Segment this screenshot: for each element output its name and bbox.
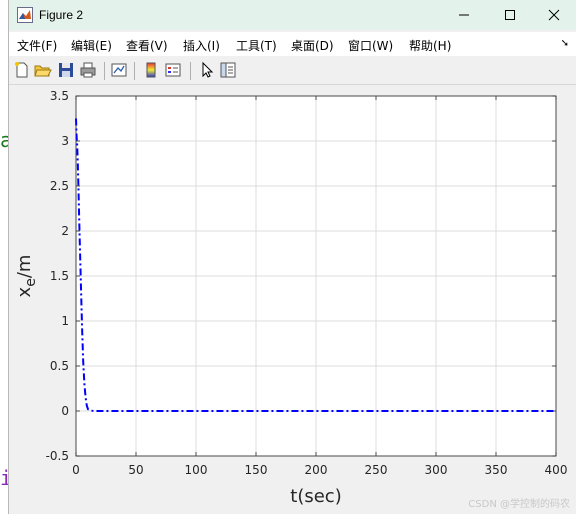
minimize-icon	[459, 14, 469, 16]
y-tick-label: 3	[61, 134, 69, 148]
minimize-button[interactable]	[441, 0, 487, 30]
pointer-icon[interactable]	[198, 61, 216, 79]
x-axis-label: t(sec)	[290, 486, 341, 507]
line-chart[interactable]: 0 50 100 150 200 250 300 350 400-0.500.511.522.5…	[9, 85, 576, 514]
insert-legend-icon[interactable]	[164, 61, 182, 79]
menu-desktop[interactable]: 桌面(D)	[291, 37, 334, 54]
x-tick-label: 250	[365, 463, 388, 477]
x-tick-label: 300	[425, 463, 448, 477]
link-plot-icon[interactable]	[110, 61, 128, 79]
window-title: Figure 2	[39, 8, 84, 22]
maximize-button[interactable]	[487, 0, 533, 30]
y-tick-label: 2.5	[50, 179, 69, 193]
menu-edit[interactable]: 编辑(E)	[71, 37, 112, 54]
maximize-icon	[505, 10, 515, 20]
print-icon[interactable]	[79, 61, 97, 79]
toolbar-separator	[190, 62, 191, 80]
background-editor-strip: a i	[0, 0, 12, 514]
close-button[interactable]	[531, 0, 576, 30]
toolbar-separator	[134, 62, 135, 80]
toolbar-separator	[104, 62, 105, 80]
x-tick-label: 50	[128, 463, 143, 477]
menu-file[interactable]: 文件(F)	[17, 37, 57, 54]
y-tick-label: 3.5	[50, 89, 69, 103]
open-file-icon[interactable]	[34, 61, 52, 79]
menu-window[interactable]: 窗口(W)	[348, 37, 393, 54]
y-tick-label: -0.5	[46, 449, 69, 463]
y-tick-label: 1.5	[50, 269, 69, 283]
menu-tools[interactable]: 工具(T)	[236, 37, 277, 54]
new-figure-icon[interactable]	[13, 61, 31, 79]
x-tick-label: 400	[545, 463, 568, 477]
x-tick-label: 100	[185, 463, 208, 477]
menu-view[interactable]: 查看(V)	[126, 37, 168, 54]
dock-arrow-icon[interactable]: ➘	[561, 38, 569, 49]
x-tick-label: 200	[305, 463, 328, 477]
property-editor-icon[interactable]	[219, 61, 237, 79]
watermark: CSDN @学控制的码农	[468, 499, 570, 510]
x-tick-label: 350	[485, 463, 508, 477]
y-tick-label: 0	[61, 404, 69, 418]
save-icon[interactable]	[57, 61, 75, 79]
y-tick-label: 0.5	[50, 359, 69, 373]
y-tick-label: 1	[61, 314, 69, 328]
y-axis-label: xe/m	[14, 255, 39, 298]
figure-toolbar	[9, 58, 576, 85]
x-tick-label: 150	[245, 463, 268, 477]
close-icon	[548, 9, 560, 21]
insert-colorbar-icon[interactable]	[142, 61, 160, 79]
plot-area: 0 50 100 150 200 250 300 350 400 -0.5 0 0.5 1 1.5 2 2.5…	[9, 85, 576, 514]
x-tick-label: 0	[72, 463, 80, 477]
y-tick-label: 2	[61, 224, 69, 238]
figure-window: Figure 2 文件(F) 编辑(E) 查看(V) 插入(I) 工具(T) 桌…	[8, 0, 576, 514]
title-bar[interactable]: Figure 2	[9, 0, 576, 30]
menu-help[interactable]: 帮助(H)	[409, 37, 451, 54]
matlab-icon	[17, 7, 33, 23]
menu-insert[interactable]: 插入(I)	[183, 37, 220, 54]
menu-bar: 文件(F) 编辑(E) 查看(V) 插入(I) 工具(T) 桌面(D) 窗口(W…	[9, 32, 576, 56]
